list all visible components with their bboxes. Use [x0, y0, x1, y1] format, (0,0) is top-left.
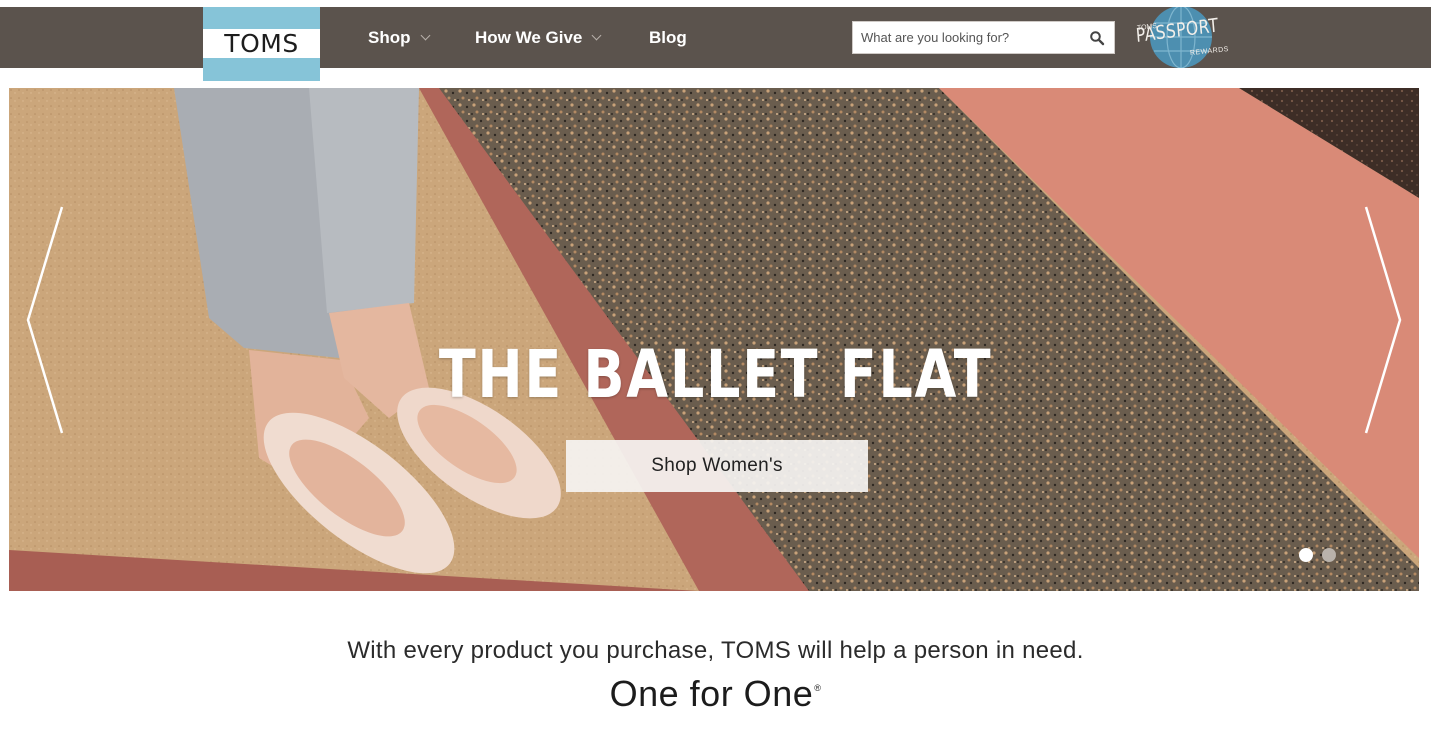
hero-carousel: THE BALLET FLAT Shop Women's — [9, 88, 1419, 591]
search-icon[interactable] — [1089, 30, 1105, 46]
toms-logo[interactable]: TOMS — [203, 7, 320, 81]
shop-womens-button[interactable]: Shop Women's — [566, 440, 868, 492]
nav-item-label: Blog — [649, 27, 687, 47]
search-box — [852, 21, 1115, 54]
mission-tagline: With every product you purchase, TOMS wi… — [347, 637, 1084, 664]
nav-item-shop[interactable]: Shop — [368, 7, 430, 68]
logo-text: TOMS — [224, 29, 299, 58]
nav-item-label: Shop — [368, 27, 411, 47]
carousel-next-arrow-icon[interactable] — [1356, 205, 1408, 435]
carousel-dot-2[interactable] — [1322, 548, 1336, 562]
passport-rewards-logo[interactable]: TOMS PASSPORT REWARDS — [1134, 7, 1229, 68]
carousel-dot-1[interactable] — [1299, 548, 1313, 562]
carousel-prev-arrow-icon[interactable] — [20, 205, 72, 435]
chevron-down-icon — [420, 30, 430, 41]
hero-title: THE BALLET FLAT — [438, 336, 993, 413]
carousel-dots — [1299, 548, 1336, 562]
nav-item-how-we-give[interactable]: How We Give — [475, 7, 602, 68]
headline-text: One for One — [609, 673, 814, 714]
registered-mark: ® — [814, 683, 822, 693]
nav-item-blog[interactable]: Blog — [649, 7, 687, 68]
search-input[interactable] — [853, 22, 1085, 53]
nav-item-label: How We Give — [475, 27, 583, 47]
chevron-down-icon — [591, 30, 602, 41]
one-for-one-headline: One for One® — [0, 673, 1431, 715]
